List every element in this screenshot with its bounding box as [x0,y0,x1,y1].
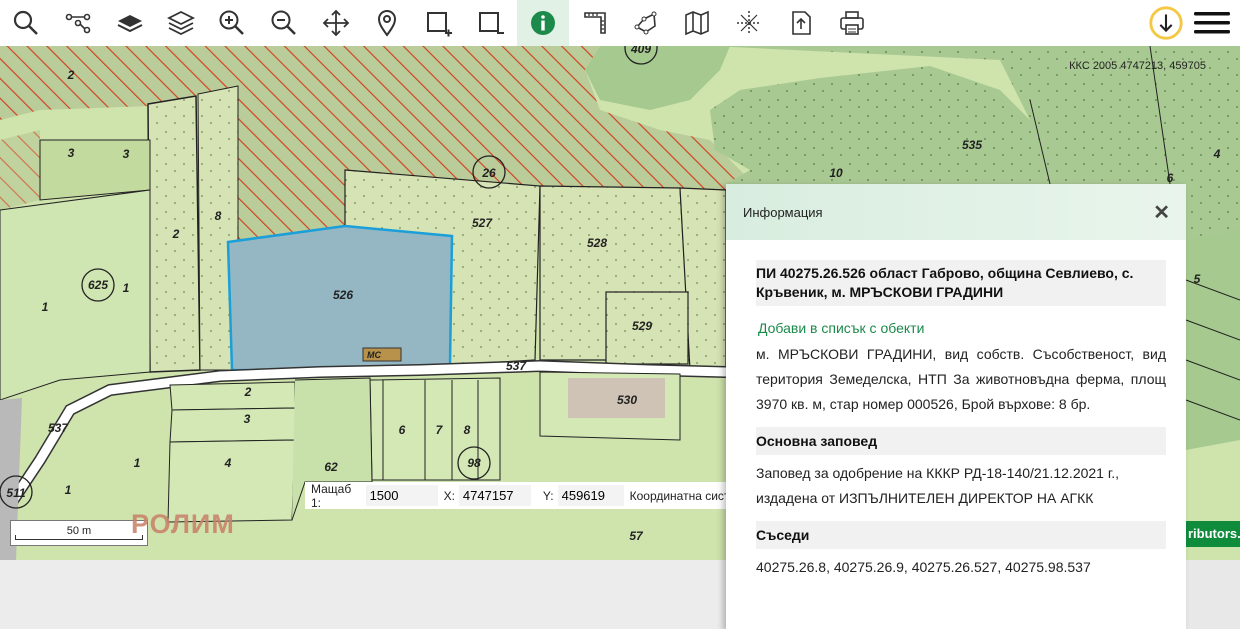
parcel-label: 530 [616,393,638,407]
search-icon [13,10,38,35]
map-footer-area [0,560,726,629]
x-label: X: [443,488,455,503]
parcel-label: 26 [482,166,496,180]
zoom-out-icon [271,10,296,35]
parcel-label: МС [367,350,381,360]
download-button[interactable] [1140,0,1192,46]
order-text: Заповед за одобрение на КККР РД-18-140/2… [756,465,1120,506]
measure-icon [584,12,606,34]
parcel-label: 537 [505,359,527,373]
layer-button[interactable] [104,0,156,46]
neighbors-text: 40275.26.8, 40275.26.9, 40275.26.527, 40… [756,559,1091,575]
scale-input[interactable] [365,485,438,506]
parcel-label: 1 [64,483,72,497]
route-button[interactable] [52,0,104,46]
parcel-label: 535 [961,138,983,152]
print-icon [840,11,864,35]
coordinate-system-select[interactable]: Координатна систе [630,489,730,503]
pan-arrows-icon [322,9,350,37]
deselect-rectangle-button[interactable] [465,0,517,46]
zoom-out-button[interactable] [258,0,310,46]
layers-button[interactable] [155,0,207,46]
map-icon [685,10,709,36]
close-icon[interactable]: ✕ [1153,200,1170,225]
select-rectangle-button[interactable] [413,0,465,46]
y-label: Y: [542,488,554,503]
parcel-label: 529 [631,319,653,333]
parcel-label: 1 [133,456,141,470]
export-button[interactable] [775,0,827,46]
parcel-label: 625 [87,278,109,292]
info-icon [531,11,555,35]
print-button[interactable] [826,0,878,46]
polygon-icon [634,11,657,35]
parcel-label: 6 [398,423,406,437]
parcel-label: 6 [1166,171,1174,185]
info-panel-header: Информация ✕ [726,184,1186,240]
parcel-label: 57 [629,529,643,543]
toolbar [0,0,1240,46]
parcel-label: 1 [41,300,49,314]
info-panel-title: Информация [743,204,823,220]
parcel-label: 98 [467,456,481,470]
parcel-label: 8 [214,209,222,223]
parcel-label: 2 [244,385,252,399]
order-section-title: Основна заповед [756,427,1166,455]
parcel-label: 4 [224,456,232,470]
locate-button[interactable] [361,0,413,46]
search-button[interactable] [0,0,52,46]
coordinate-readout: ККС 2005 4747213, 459705 [1069,60,1206,72]
x-coordinate-input[interactable] [458,485,531,506]
pan-button[interactable] [310,0,362,46]
grid-crosshair-icon [737,11,761,35]
zoom-in-icon [219,10,244,35]
parcel-label: 1 [122,281,130,295]
parcel-label: 7 [435,423,443,437]
parcel-label: 537 [47,421,69,435]
route-icon [65,13,91,34]
parcel-label: 2 [172,227,180,241]
parcel-label: 526 [332,288,354,302]
polygon-button[interactable] [620,0,672,46]
add-to-list-link[interactable]: Добави в списък с обекти [758,320,1166,336]
parcel-label: 4 [1213,147,1221,161]
layers-icon [167,10,195,36]
menu-button[interactable] [1188,0,1236,46]
scale-label: Мащаб 1: [311,481,352,510]
watermark: РОЛИМ [131,509,235,539]
hamburger-menu-icon [1194,12,1230,34]
scale-bar: 50 m [10,520,148,546]
neighbors-section-title: Съседи [756,521,1166,549]
parcel-label: 511 [6,486,26,500]
grid-button[interactable] [723,0,775,46]
property-title: ПИ 40275.26.526 област Габрово, община С… [756,260,1166,306]
parcel-label: 528 [586,236,608,250]
parcel-label: 3 [67,146,75,160]
export-icon [792,11,811,35]
parcel-label: 527 [471,216,493,230]
info-button[interactable] [517,0,569,46]
y-coordinate-input[interactable] [557,485,624,506]
select-rectangle-icon [427,12,452,37]
parcel-label: 5 [1193,272,1201,286]
download-icon [1149,6,1183,40]
parcel-label: 409 [630,46,652,56]
layer-icon [117,15,143,33]
parcel-label: 8 [463,423,471,437]
info-panel: Информация ✕ ПИ 40275.26.526 област Габр… [726,184,1186,629]
parcel-label: 2 [67,68,75,82]
coordinate-statusbar: Мащаб 1: X: Y: Координатна систе [305,481,730,510]
zoom-in-button[interactable] [206,0,258,46]
parcel-label: 62 [324,460,338,474]
map-credit[interactable]: ributors. [1184,521,1240,547]
property-description: м. МРЪСКОВИ ГРАДИНИ, вид собств. Съсобст… [756,346,1166,412]
map-button[interactable] [671,0,723,46]
parcel-label: 3 [243,412,251,426]
deselect-rectangle-icon [479,12,504,34]
measure-button[interactable] [569,0,621,46]
location-pin-icon [377,10,397,37]
parcel-label: 3 [122,147,130,161]
parcel-label: 10 [829,166,843,180]
